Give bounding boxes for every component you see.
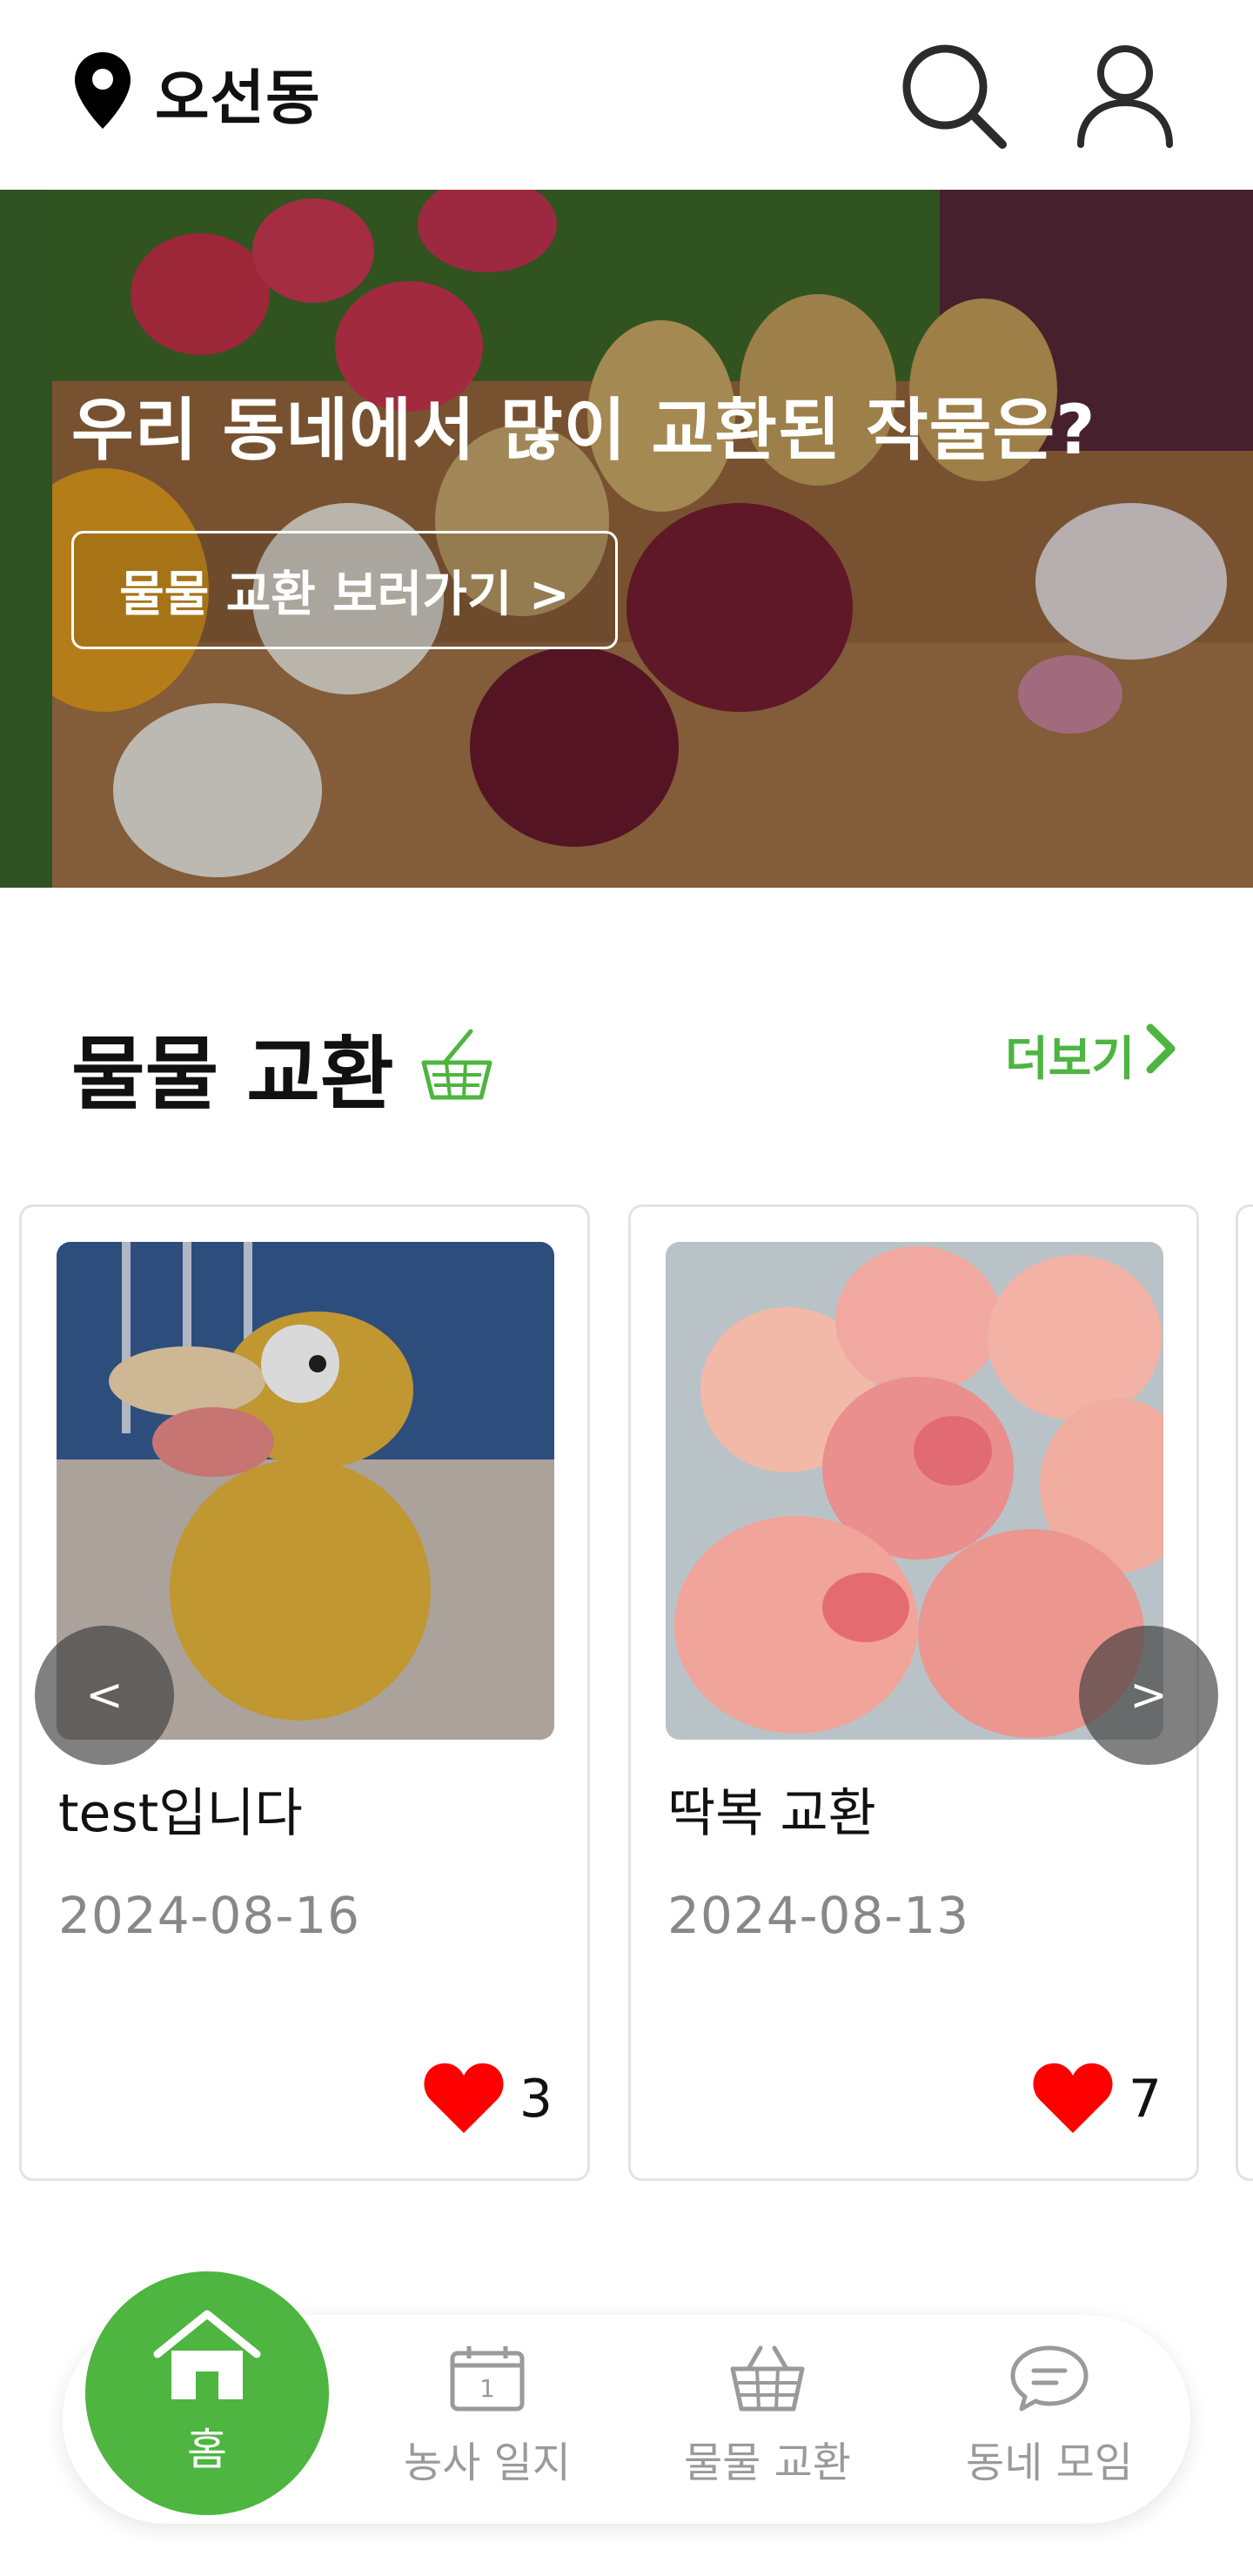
carousel-prev-button[interactable]: < <box>35 1626 174 1765</box>
location-pin-icon <box>70 49 136 136</box>
top-header: 오선동 <box>0 0 1253 190</box>
banner-title: 우리 동네에서 많이 교환된 작물은? <box>71 392 1096 470</box>
more-link[interactable]: 더보기 <box>1005 1020 1178 1089</box>
nav-farm-diary[interactable]: 1 농사 일지 <box>374 2343 600 2489</box>
like-counter[interactable]: 7 <box>1031 2060 1162 2138</box>
home-icon <box>152 2309 262 2406</box>
card-date: 2024-08-16 <box>58 1886 361 1945</box>
nav-label: 농사 일지 <box>404 2438 571 2487</box>
nav-exchange[interactable]: 물물 교환 <box>654 2343 881 2489</box>
calendar-icon: 1 <box>448 2343 526 2416</box>
nav-home[interactable]: 홈 <box>85 2271 329 2515</box>
view-exchange-button[interactable]: 물물 교환 보러가기 > <box>71 531 618 649</box>
card-date: 2024-08-13 <box>667 1886 970 1945</box>
user-icon[interactable] <box>1069 38 1182 155</box>
like-count: 7 <box>1128 2069 1162 2130</box>
heart-icon <box>1031 2060 1115 2138</box>
search-icon[interactable] <box>896 38 1009 155</box>
heart-icon <box>422 2060 506 2138</box>
nav-community[interactable]: 동네 모임 <box>936 2343 1163 2489</box>
section-title: 물물 교환 <box>71 1028 394 1121</box>
nav-home-label: 홈 <box>187 2425 227 2475</box>
more-label: 더보기 <box>1004 1031 1135 1086</box>
chevron-right-icon <box>1143 1023 1178 1086</box>
chat-icon <box>1008 2343 1091 2416</box>
location-name: 오선동 <box>155 64 321 133</box>
exchange-card[interactable] <box>1236 1204 1253 2181</box>
nav-label: 동네 모임 <box>966 2438 1133 2487</box>
location-selector[interactable]: 오선동 <box>70 49 321 136</box>
carousel-next-button[interactable]: > <box>1079 1626 1218 1765</box>
nav-label: 물물 교환 <box>684 2438 851 2487</box>
card-title: test입니다 <box>58 1783 303 1844</box>
card-title: 딱복 교환 <box>667 1783 876 1844</box>
like-count: 3 <box>519 2069 553 2130</box>
exchange-carousel[interactable]: test입니다 2024-08-16 3 딱복 교환 2024-08-13 7 <box>0 1204 1253 2183</box>
hero-banner[interactable]: 우리 동네에서 많이 교환된 작물은? 물물 교환 보러가기 > <box>0 190 1253 888</box>
basket-icon <box>415 1024 499 1111</box>
section-header: 물물 교환 <box>71 1010 499 1125</box>
like-counter[interactable]: 3 <box>422 2060 553 2138</box>
app-screen: 오선동 우리 동네에서 많이 교환된 작물은? 물물 교환 보러가기 > 물물 … <box>0 0 1253 2576</box>
basket-icon <box>726 2343 809 2416</box>
svg-text:1: 1 <box>479 2374 495 2403</box>
